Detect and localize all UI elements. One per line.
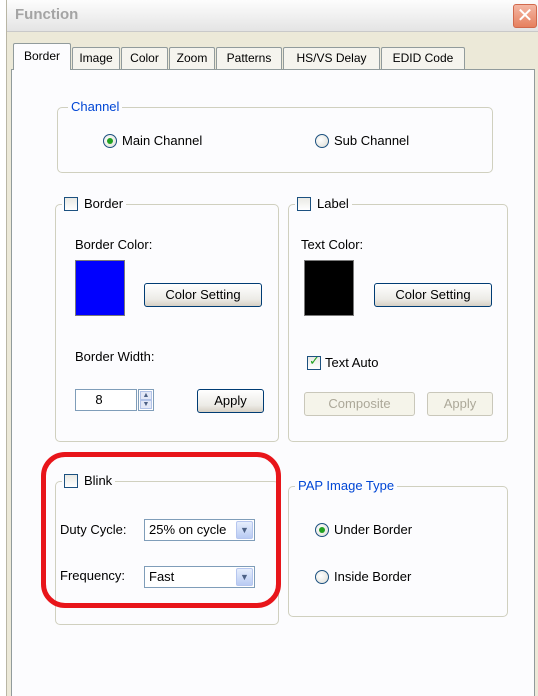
- close-icon[interactable]: ✕: [513, 4, 537, 28]
- text-color-swatch: [304, 260, 354, 316]
- highlight-annotation: [41, 452, 281, 608]
- spin-up-icon[interactable]: ▲: [140, 391, 152, 400]
- sub-channel-radio[interactable]: [315, 134, 329, 148]
- border-width-label: Border Width:: [75, 349, 155, 364]
- channel-group: Channel Main Channel Sub Channel: [57, 99, 493, 173]
- border-group: Border Border Color: Color Setting Borde…: [55, 196, 279, 442]
- text-color-setting-button[interactable]: Color Setting: [374, 283, 492, 307]
- pap-image-type-group: PAP Image Type Under Border Inside Borde…: [288, 478, 508, 617]
- tab-border[interactable]: Border: [13, 43, 71, 70]
- spin-down-icon[interactable]: ▼: [140, 400, 152, 409]
- text-color-label: Text Color:: [301, 237, 364, 252]
- window-title: Function: [15, 6, 79, 23]
- border-width-spinner[interactable]: ▲ ▼: [138, 389, 154, 411]
- title-bar[interactable]: Function ✕: [7, 0, 538, 32]
- border-legend: Border: [62, 196, 127, 212]
- tab-color[interactable]: Color: [121, 47, 168, 69]
- main-channel-label[interactable]: Main Channel: [122, 133, 202, 149]
- label-checkbox-label[interactable]: Label: [317, 196, 349, 211]
- function-dialog: Function ✕ Border Image Color Zoom Patte…: [6, 0, 538, 696]
- border-color-label: Border Color:: [75, 237, 153, 252]
- pap-legend: PAP Image Type: [295, 478, 398, 494]
- tab-edid-code[interactable]: EDID Code: [381, 47, 465, 69]
- border-apply-button[interactable]: Apply: [197, 389, 264, 413]
- inside-border-radio[interactable]: [315, 570, 329, 584]
- inside-border-label[interactable]: Inside Border: [334, 569, 411, 585]
- under-border-radio[interactable]: [315, 523, 329, 537]
- border-checkbox-label[interactable]: Border: [84, 196, 123, 211]
- sub-channel-label[interactable]: Sub Channel: [334, 133, 409, 149]
- border-color-swatch: [75, 260, 125, 316]
- tab-image[interactable]: Image: [72, 47, 120, 69]
- text-auto-checkbox[interactable]: [307, 354, 321, 370]
- tab-zoom[interactable]: Zoom: [169, 47, 215, 69]
- label-apply-button[interactable]: Apply: [427, 392, 493, 416]
- border-color-setting-button[interactable]: Color Setting: [144, 283, 262, 307]
- text-auto-label[interactable]: Text Auto: [325, 355, 378, 371]
- under-border-label[interactable]: Under Border: [334, 522, 412, 538]
- border-width-input[interactable]: 8: [75, 389, 137, 411]
- border-checkbox[interactable]: [64, 197, 78, 211]
- label-legend: Label: [295, 196, 352, 212]
- channel-legend: Channel: [68, 99, 123, 115]
- tab-hs-vs-delay[interactable]: HS/VS Delay: [283, 47, 380, 69]
- main-channel-radio[interactable]: [103, 134, 117, 148]
- tab-patterns[interactable]: Patterns: [216, 47, 282, 69]
- composite-button[interactable]: Composite: [304, 392, 415, 416]
- label-group: Label Text Color: Color Setting Text Aut…: [288, 196, 508, 442]
- label-checkbox[interactable]: [297, 197, 311, 211]
